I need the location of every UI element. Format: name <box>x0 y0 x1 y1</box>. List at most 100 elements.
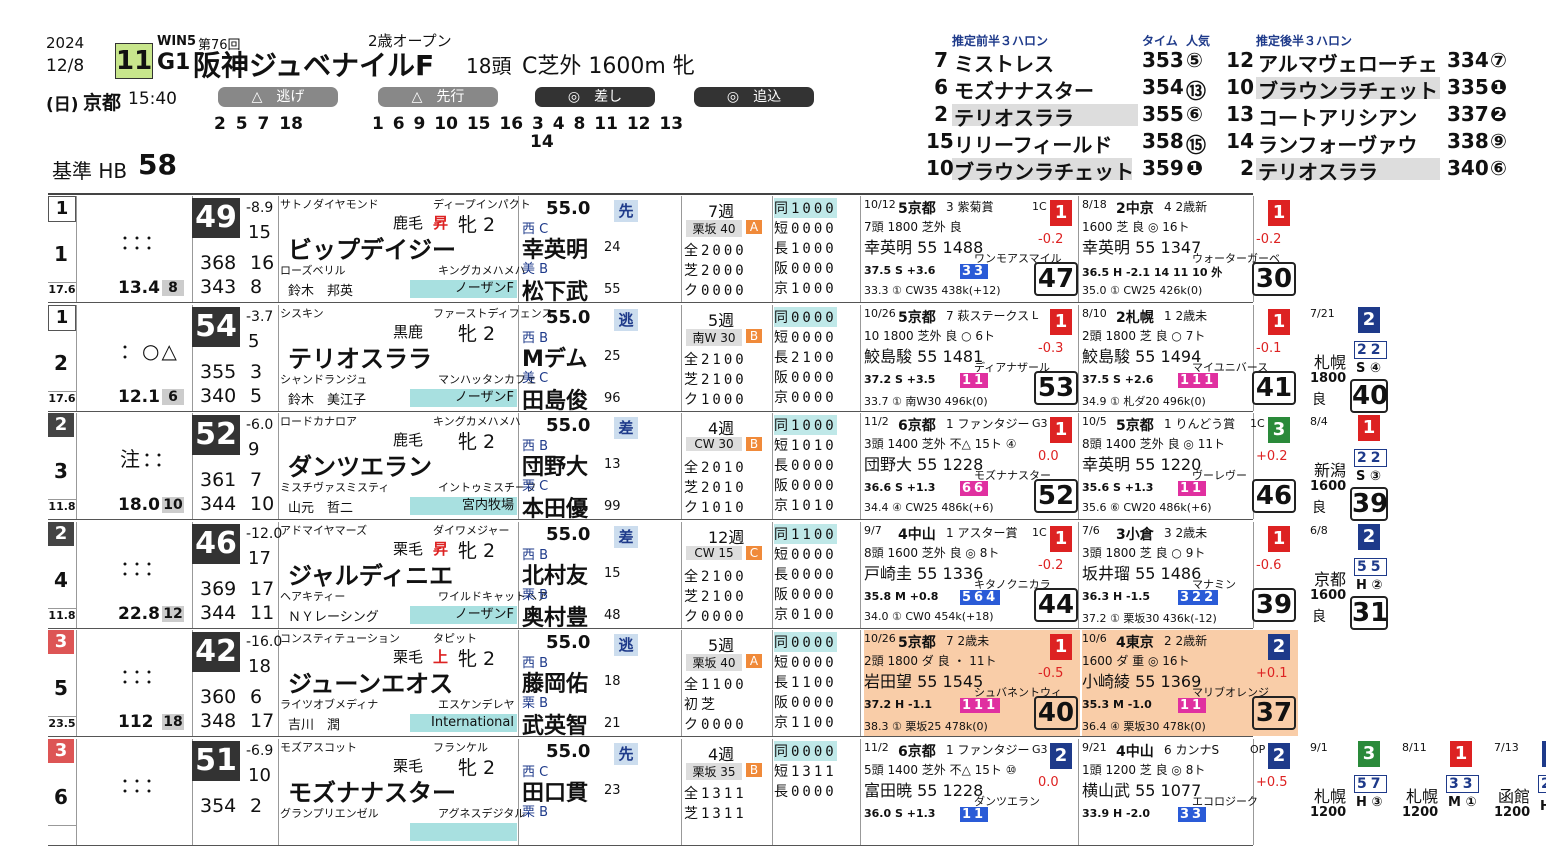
time-1: 355 <box>200 360 237 383</box>
past-class: OP <box>1250 742 1266 756</box>
time-1-rank: 17 <box>250 577 275 600</box>
popularity: 10 <box>162 497 184 513</box>
distance-record: 短1010 <box>774 438 837 454</box>
record-turf: 芝2010 <box>684 480 747 496</box>
race-course: C芝外 1600m 牝 <box>522 54 695 79</box>
dam: シャンドランジュ <box>280 372 368 386</box>
level: 11.8 <box>48 499 76 513</box>
past-class: G3 <box>1032 742 1048 756</box>
past-margin: -0.2 <box>1256 232 1282 247</box>
extra-distance: 1600 <box>1310 479 1347 494</box>
extra-condition: 良 <box>1312 608 1326 625</box>
past-finish: 1 <box>1268 525 1290 552</box>
column-divider <box>518 630 519 736</box>
workout-grade: B <box>746 762 762 777</box>
front3f-time: 358 <box>1142 129 1184 153</box>
past-last3f: 36.5 H -2.1 14 11 10 外 <box>1082 266 1223 279</box>
front3f-time: 353 <box>1142 48 1184 72</box>
jockey-rank: 25 <box>604 348 621 364</box>
column-divider <box>518 738 519 845</box>
past-workout: 34.9 ① 札ダ20 496k(0) <box>1082 394 1206 408</box>
extra-pace: S ④ <box>1356 360 1381 376</box>
past-margin: 0.0 <box>1038 449 1059 464</box>
horse-row[interactable]: 1 2 17.6 ：○△ 12.1 6 54 -3.7 5 355 3 340 5 シスキン ファーストディ… <box>48 304 1388 414</box>
past-passing: 11 <box>1178 481 1207 496</box>
column-divider <box>681 196 682 302</box>
popularity: 18 <box>162 714 184 730</box>
past-margin: -0.2 <box>1038 232 1064 247</box>
horse-row[interactable]: 3 5 23.5：：： 112 18 42 -16.0 18 360 6 348 17 コンスティテュー… <box>48 630 1298 739</box>
horse-number: 3 <box>54 459 68 483</box>
horse-row[interactable]: 1 1 17.6：：： 13.4 8 49 -8.9 15 368 16 343 8 サトノダイヤモンド… <box>48 196 1296 305</box>
workout-grade: B <box>746 328 762 343</box>
workout: 栗坂 40 <box>686 654 742 671</box>
past-venue: 5京都 <box>1116 418 1154 434</box>
extra-pace: H ③ <box>1356 794 1383 810</box>
horse-row[interactable]: 2 3 11.8 注：： 18.0 10 52 -6.0 9 361 7 344 10 ロードカナロア キン… <box>48 413 1388 522</box>
extra-finish: 2 <box>1358 523 1380 550</box>
past-venue: 3小倉 <box>1116 526 1154 543</box>
past-time: 鮫島駿 55 1481 <box>864 346 984 366</box>
win5-label: WIN5 <box>157 34 197 49</box>
extra-venue: 札幌 <box>1406 786 1439 806</box>
rating-diff: -6.0 <box>246 417 274 433</box>
distance-record: 長0000 <box>774 566 837 583</box>
distance-record: 阪0000 <box>774 586 837 603</box>
column-divider <box>772 738 773 845</box>
rating: 54 <box>192 306 240 347</box>
distance-record: 同0000 <box>774 632 837 652</box>
rest-weeks: 12週 <box>708 527 745 547</box>
extra-distance: 1200 <box>1402 804 1439 820</box>
past-date: 9/21 <box>1082 740 1107 754</box>
past-race-name: 1 2歳未 <box>1164 308 1208 323</box>
past-margin: +0.1 <box>1256 666 1288 681</box>
column-divider <box>860 738 861 845</box>
distance-record: 阪0000 <box>774 261 837 277</box>
past-venue: 4中山 <box>898 526 936 543</box>
time-1: 369 <box>200 577 237 600</box>
dam-dam-sire: アグネスデジタル <box>438 806 526 820</box>
breeder: ノーザンF <box>410 388 517 407</box>
extra-venue: 京都 <box>1314 569 1347 589</box>
past-race-name: 1 りんどう賞 <box>1164 417 1236 431</box>
dam-dam-sire: エスケンデレヤ <box>438 698 515 711</box>
past-race-name: 1 ファンタジー <box>946 417 1030 431</box>
rating-diff: -6.9 <box>246 742 274 759</box>
past-passing: 322 <box>1178 589 1219 605</box>
front3f-title: 推定前半３ハロン <box>952 34 1049 48</box>
jockey-rank: 24 <box>604 240 621 255</box>
sex-age: 牝 2 <box>458 539 496 562</box>
front3f-pop: ⑤ <box>1186 48 1203 72</box>
horse-row[interactable]: 3 6：：： 51 -6.9 10 354 2 モズアスコット フランケル 栗毛牝 2 モズナナスタ… <box>48 738 1546 846</box>
rating: 42 <box>192 632 240 672</box>
extra-finish: 1 <box>1450 740 1472 767</box>
sire: サトノダイヤモンド <box>280 198 379 211</box>
dam: ライツオブメディナ <box>280 698 379 711</box>
back3f-pop: ⑨ <box>1490 129 1507 153</box>
race-field: 18頭 <box>466 54 512 78</box>
past-venue: 4東京 <box>1116 635 1154 651</box>
back3f-time: 334 <box>1447 48 1489 72</box>
past-last3f: 36.0 S +1.3 <box>864 806 936 820</box>
distance-record: 長1000 <box>774 241 837 257</box>
time-1-rank: 3 <box>250 360 263 383</box>
front3f-pop: ⑮ <box>1186 133 1206 157</box>
distance-record: 短0000 <box>774 546 837 563</box>
horse-name: ジューンエオス <box>288 670 454 698</box>
front3f-name: ブラウンラチェット <box>954 160 1134 184</box>
front3f-no: 15 <box>926 129 954 153</box>
frame-number: 2 <box>48 413 74 437</box>
past-workout: 36.4 ④ 栗坂30 478k(0) <box>1082 720 1206 733</box>
column-divider <box>772 304 773 411</box>
past-margin: -0.2 <box>1038 557 1064 573</box>
past-time: 富田暁 55 1228 <box>864 780 984 800</box>
time-1: 361 <box>200 469 237 491</box>
extra-distance: 1200 <box>1494 804 1531 820</box>
odds: 13.4 <box>118 278 160 298</box>
column-divider <box>681 304 682 411</box>
horse-row[interactable]: 2 4 11.8：：： 22.8 12 46 -12.0 17 369 17 344 11 アドマイヤマ… <box>48 521 1388 631</box>
column-divider <box>1078 738 1079 845</box>
column-divider <box>76 304 77 411</box>
odds: 22.8 <box>118 603 160 624</box>
horse-number: 2 <box>54 350 68 375</box>
